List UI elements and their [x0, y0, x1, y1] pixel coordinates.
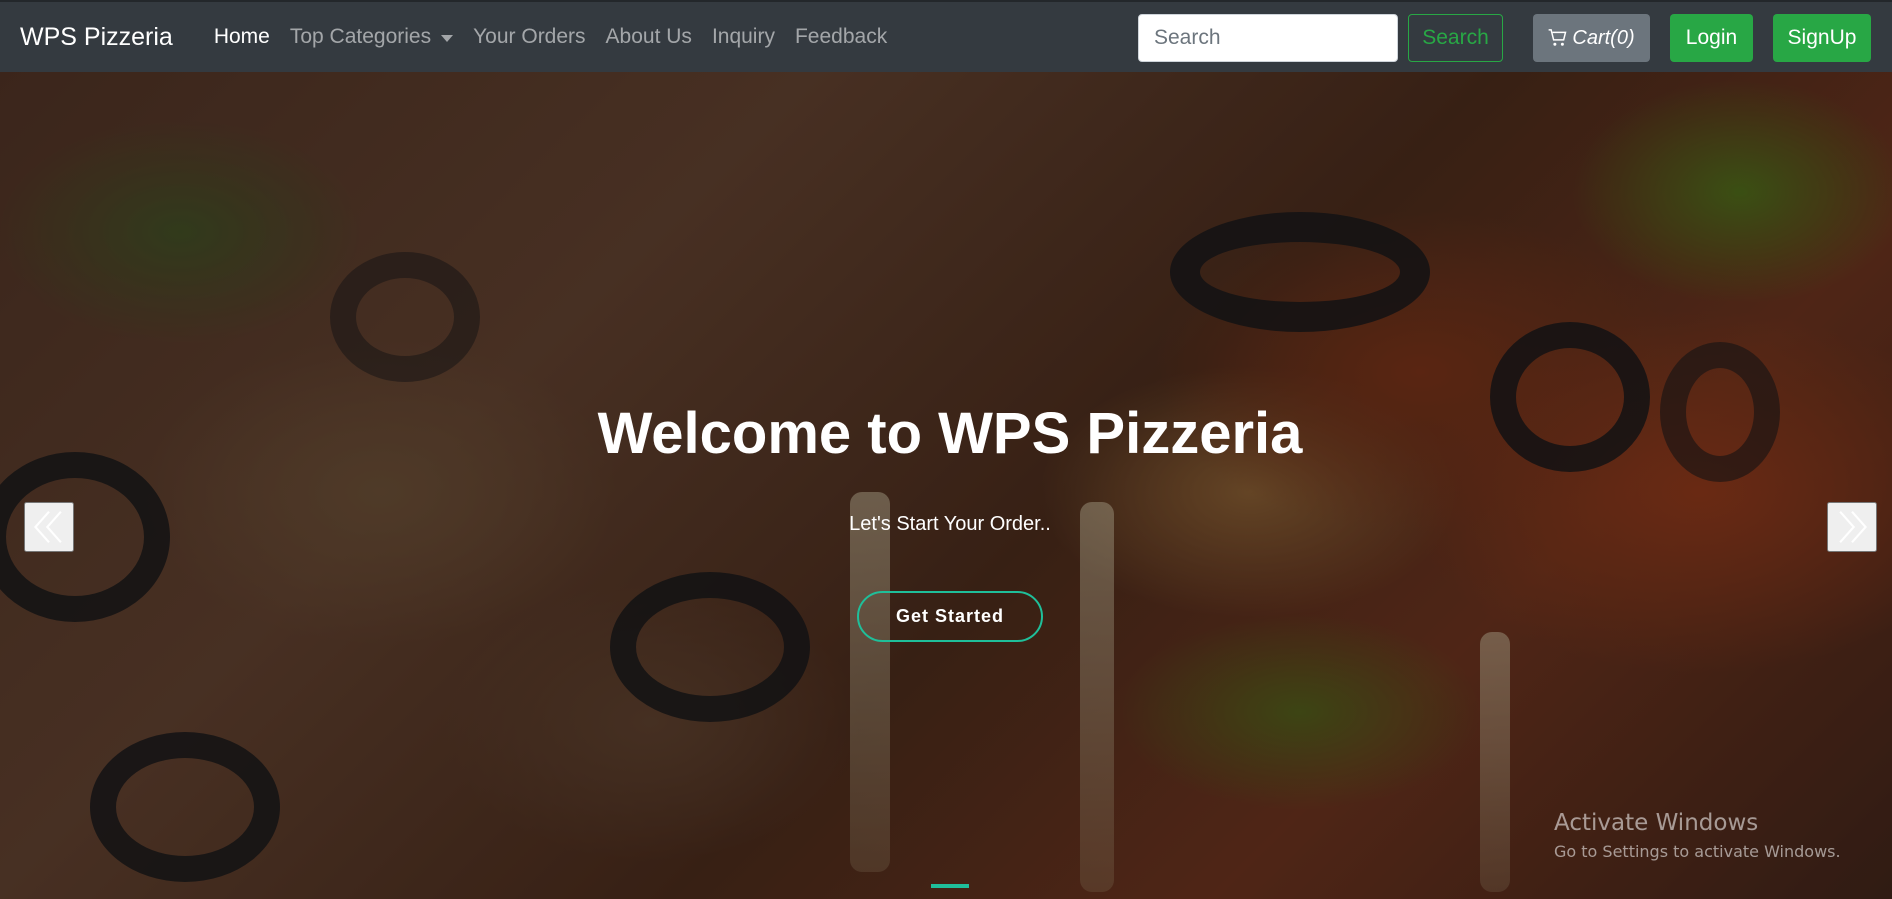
- hero-carousel: [0, 72, 1892, 899]
- nav-link-home[interactable]: Home: [204, 25, 280, 49]
- nav-link-top-categories-label: Top Categories: [289, 25, 432, 48]
- watermark-title: Activate Windows: [1554, 810, 1759, 836]
- caret-down-icon: [441, 34, 454, 42]
- cart-icon: [1548, 28, 1568, 48]
- cart-label: Cart(0): [1572, 26, 1635, 49]
- nav-link-your-orders[interactable]: Your Orders: [463, 25, 595, 49]
- nav-link-top-categories[interactable]: Top Categories: [280, 25, 463, 49]
- navbar: WPS Pizzeria Home Top Categories Your Or…: [0, 0, 1892, 72]
- search-input[interactable]: [1138, 14, 1398, 62]
- brand-logo[interactable]: WPS Pizzeria: [20, 23, 173, 52]
- activate-windows-watermark: Activate Windows Go to Settings to activ…: [1554, 810, 1841, 861]
- hero-overlay: [0, 72, 1892, 899]
- hero-title: Welcome to WPS Pizzeria: [597, 401, 1303, 466]
- carousel-indicator-active[interactable]: [931, 884, 969, 888]
- nav-link-about-us[interactable]: About Us: [596, 25, 702, 49]
- signup-button[interactable]: SignUp: [1773, 14, 1871, 62]
- watermark-subtitle: Go to Settings to activate Windows.: [1554, 842, 1841, 861]
- nav-links: Home Top Categories Your Orders About Us…: [204, 25, 897, 49]
- hero-subtitle: Let's Start Your Order..: [849, 513, 1051, 535]
- login-button[interactable]: Login: [1670, 14, 1753, 62]
- cart-button[interactable]: Cart(0): [1533, 14, 1650, 62]
- search-button[interactable]: Search: [1408, 14, 1503, 62]
- nav-link-feedback[interactable]: Feedback: [785, 25, 897, 49]
- get-started-button[interactable]: Get Started: [857, 591, 1043, 642]
- nav-link-inquiry[interactable]: Inquiry: [702, 25, 785, 49]
